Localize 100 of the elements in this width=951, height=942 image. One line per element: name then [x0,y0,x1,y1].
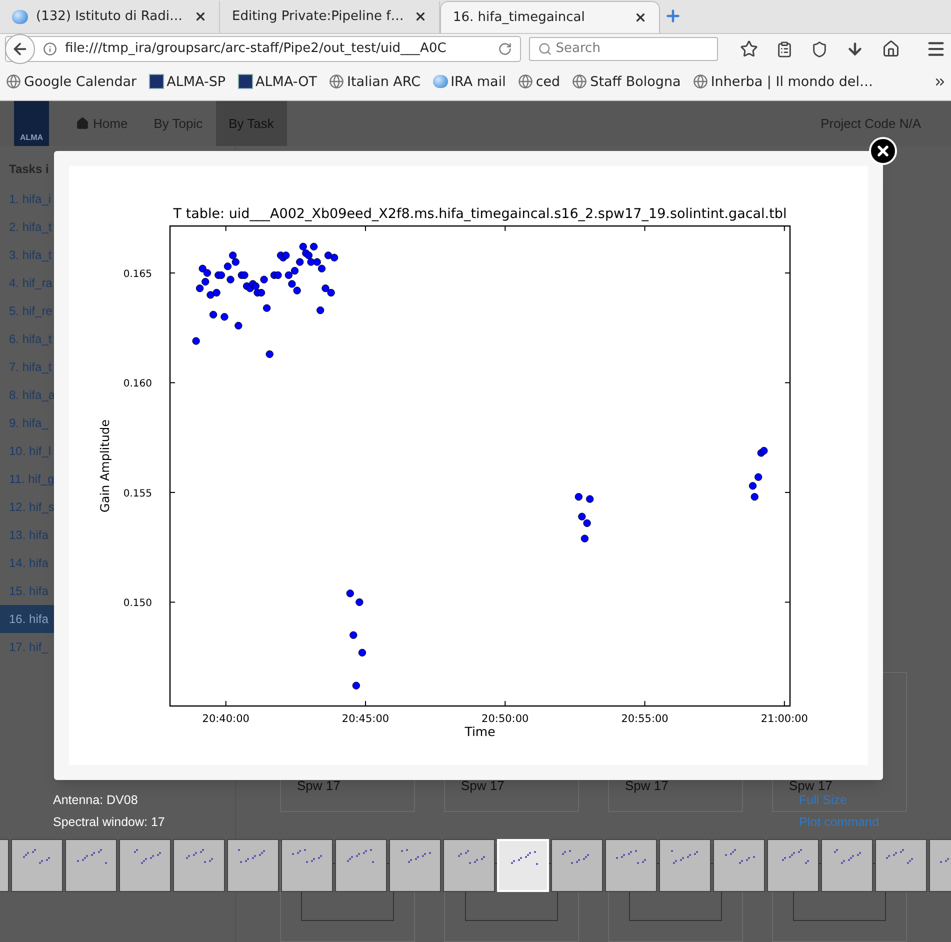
download-icon[interactable] [846,40,864,58]
bookmark-item[interactable]: ALMA-OT [238,72,318,92]
info-icon[interactable] [43,42,57,56]
bookmark-item[interactable]: ALMA-SP [148,72,226,92]
tab-title: (132) Istituto di Radi… [36,8,184,26]
task-link[interactable]: 3. hifa_t [0,241,54,269]
x-tick-label: 20:55:00 [621,713,668,725]
plot-thumbnail[interactable] [11,838,63,892]
plot-thumbnail[interactable] [767,838,819,892]
chart-title: T table: uid___A002_Xb09eed_X2f8.ms.hifa_timegaincal.s16_2.spw17_19.solintint.gacal.tbl [173,206,787,222]
plot-thumbnail[interactable] [551,838,603,892]
reading-list-icon[interactable] [776,40,793,58]
plot-thumbnail[interactable] [173,838,225,892]
site-logo[interactable]: ALMA [14,100,49,146]
data-point [750,492,758,501]
plot-thumbnail[interactable] [659,838,711,892]
y-tick-label: 0.165 [123,268,152,280]
task-link[interactable]: 5. hif_re [0,297,54,325]
task-link[interactable]: 10. hif_l [0,437,54,465]
x-tick-label: 20:45:00 [342,713,390,725]
address-text: file:///tmp_ira/groupsarc/arc-staff/Pipe2/out_test/uid___A0C [65,40,448,58]
task-link[interactable]: 2. hifa_t [0,213,54,241]
data-point [262,304,271,312]
plot-thumbnail[interactable] [119,838,171,892]
bookmark-item[interactable]: Google Calendar [6,72,137,92]
plot-thumbnail[interactable] [227,838,279,892]
data-point [350,631,358,639]
close-icon[interactable] [414,10,427,24]
project-code: Project Code N/A [820,114,921,133]
task-link[interactable]: 15. hifa [0,577,54,605]
task-link[interactable]: 11. hif_g [0,465,54,493]
search-input[interactable]: Search [556,39,706,59]
back-button[interactable] [5,34,35,64]
data-point [580,534,589,542]
bookmark-item[interactable]: Inherba | Il mondo del… [692,72,873,92]
plot-thumbnail[interactable] [605,838,657,892]
task-link[interactable]: 4. hif_ra [0,269,54,297]
card-label: Spw 17 [297,776,340,795]
plot-thumbnail[interactable] [65,838,117,892]
nav-link[interactable]: Home [63,100,141,146]
globe-icon [692,74,708,90]
plot-thumbnail[interactable] [821,838,873,892]
close-icon[interactable] [634,10,647,24]
y-axis-label: Gain Amplitude [98,420,112,512]
lightbox-link[interactable]: Plot command [799,812,883,832]
bookmark-item[interactable]: Staff Bologna [572,72,681,92]
y-tick-label: 0.150 [123,598,152,610]
bookmark-item[interactable]: Italian ARC [329,72,421,92]
data-point [284,271,293,280]
task-link[interactable]: 16. hifa [0,605,54,633]
task-link[interactable]: 1. hifa_i [0,185,54,213]
search-field[interactable]: Search [528,37,718,61]
search-icon [538,42,552,56]
card-label: Spw 17 [461,776,504,795]
task-link[interactable]: 13. hifa [0,521,54,549]
plot-thumbnail[interactable] [335,838,387,892]
close-button[interactable] [869,137,897,165]
data-point [316,306,324,314]
plot-thumbnail[interactable] [875,838,927,892]
globe-icon [432,75,448,88]
globe-icon [518,74,533,90]
data-point [220,313,228,321]
plot-thumbnail[interactable] [713,838,765,892]
new-tab-icon[interactable] [664,6,682,25]
task-link[interactable]: 9. hifa_ [0,409,54,437]
nav-link[interactable]: By Topic [140,100,216,146]
menu-icon[interactable] [926,39,946,59]
logo-icon [238,74,253,90]
task-link[interactable]: 7. hifa_t [0,353,54,381]
plot-thumbnail[interactable] [443,838,495,892]
data-point [192,337,200,345]
reload-icon[interactable] [498,42,512,56]
star-icon[interactable] [740,40,758,58]
caption-text: Spectral window: 17 [53,814,165,831]
task-link[interactable]: 14. hifa [0,549,54,577]
x-axis-label: Time [464,724,496,739]
task-link[interactable]: 6. hifa_t [0,325,54,353]
globe-icon [6,74,21,90]
task-link[interactable]: 12. hif_s [0,493,54,521]
task-link[interactable]: 8. hifa_a [0,381,54,409]
shield-icon[interactable] [811,40,828,58]
data-point [209,310,218,319]
tab-title: 16. hifa_timegaincal [453,8,586,27]
browser-tab[interactable]: 16. hifa_timegaincal [440,0,660,33]
data-point [196,284,204,292]
x-tick-label: 20:40:00 [202,713,250,725]
x-tick-label: 21:00:00 [760,713,808,725]
caption-text: Antenna: DV08 [53,792,139,809]
browser-tab[interactable]: (132) Istituto di Radi… [0,0,220,33]
close-icon[interactable] [194,10,207,24]
close-icon [875,143,891,159]
home-icon[interactable] [882,40,900,58]
home-icon [76,116,89,130]
address-field[interactable]: file:///tmp_ira/groupsarc/arc-staff/Pipe2/out_test/uid___A0C [5,36,521,62]
plot-thumbnail[interactable] [281,838,333,892]
data-point [586,495,594,503]
plot-thumbnail[interactable] [389,838,441,892]
bookmark-item[interactable]: ced [518,72,560,92]
task-link[interactable]: 17. hif_ [0,633,54,661]
bookmark-item[interactable]: IRA mail [432,72,506,92]
